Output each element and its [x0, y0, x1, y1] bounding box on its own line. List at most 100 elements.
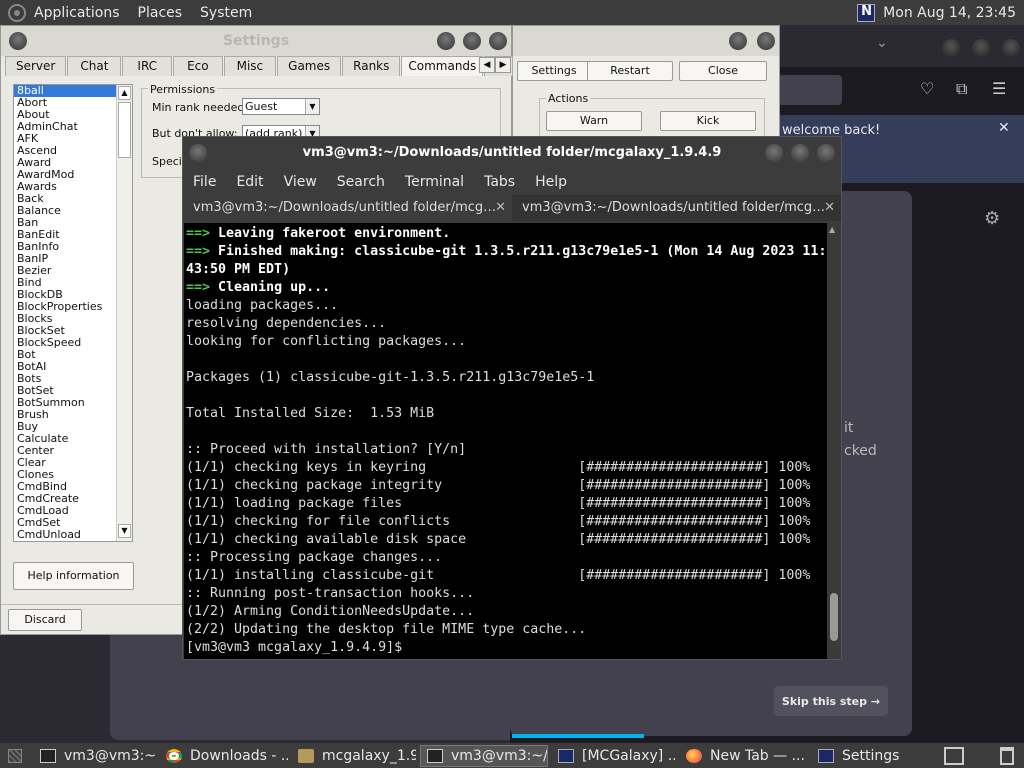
tab-server[interactable]: Server — [5, 56, 67, 76]
workspace-switcher-icon[interactable] — [944, 746, 964, 765]
gear-icon[interactable]: ⚙ — [984, 208, 1000, 229]
terminal-line-text: (1/1) checking keys in keyring [########… — [186, 460, 811, 475]
terminal-line-text: Cleaning up... — [210, 280, 331, 295]
server-titlebar — [513, 26, 779, 56]
taskbar-item[interactable]: vm3@vm3:~ — [34, 745, 156, 767]
min-rank-select[interactable]: Guest ▼ — [242, 98, 320, 115]
scroll-up-icon[interactable]: ▲ — [829, 225, 835, 234]
settings-button[interactable]: Settings — [517, 61, 591, 81]
trash-icon[interactable] — [1000, 746, 1014, 765]
tab-games[interactable]: Games — [277, 56, 342, 76]
url-bar[interactable] — [778, 75, 842, 105]
terminal-line-text: looking for conflicting packages... — [186, 334, 467, 349]
help-information-button[interactable]: Help information — [13, 562, 134, 590]
pocket-icon[interactable]: ♡ — [920, 79, 934, 98]
extensions-icon[interactable]: ⧉ — [956, 79, 967, 99]
terminal-scrollbar[interactable]: ▲ — [827, 223, 841, 659]
minimize-button[interactable] — [765, 144, 783, 162]
taskbar-item[interactable]: [MCGalaxy] ... — [552, 745, 676, 767]
close-button[interactable] — [1002, 39, 1020, 57]
system-menu[interactable]: System — [200, 5, 252, 21]
progress-bar — [512, 734, 644, 738]
taskbar-item-label: Downloads - ... — [190, 747, 288, 764]
close-button[interactable]: Close — [679, 61, 767, 81]
taskbar-item[interactable]: Settings — [812, 745, 912, 767]
tab-chat[interactable]: Chat — [67, 56, 122, 76]
mcgalaxy-icon — [558, 748, 574, 763]
scroll-down-icon[interactable]: ▼ — [118, 524, 131, 538]
command-list-item[interactable]: CmdUnload — [14, 529, 132, 541]
commands-list-scrollbar[interactable]: ▲ ▼ — [116, 85, 132, 541]
tab-misc[interactable]: Misc — [223, 56, 277, 76]
terminal-line-text: [vm3@vm3 mcgalaxy_1.9.4.9]$ — [186, 640, 403, 655]
window-menu-button[interactable] — [9, 32, 27, 50]
terminal-line: (1/1) checking package integrity [######… — [186, 477, 827, 495]
restart-button[interactable]: Restart — [587, 61, 673, 81]
maximize-button[interactable] — [972, 39, 990, 57]
close-tab-icon[interactable]: ✕ — [495, 195, 506, 221]
taskbar-item[interactable]: mcgalaxy_1.9.... — [292, 745, 416, 767]
chevron-down-icon[interactable]: ⌄ — [876, 35, 888, 51]
scroll-up-icon[interactable]: ▲ — [118, 86, 131, 100]
menu-view[interactable]: View — [284, 174, 317, 190]
taskbar-item-label: vm3@vm3:~/... — [451, 747, 548, 764]
maximize-button[interactable] — [791, 144, 809, 162]
applications-menu[interactable]: Applications — [34, 5, 120, 21]
close-button[interactable] — [489, 32, 507, 50]
show-desktop-icon[interactable] — [8, 748, 22, 763]
settings-title: Settings — [222, 33, 290, 49]
terminal-line: resolving dependencies... — [186, 315, 827, 333]
warn-button[interactable]: Warn — [546, 111, 642, 131]
window-menu-button[interactable] — [189, 144, 207, 162]
tab-eco[interactable]: Eco — [173, 56, 223, 76]
terminal-line-text: (1/1) checking for file conflicts [#####… — [186, 514, 811, 529]
tab-commands[interactable]: Commands — [401, 56, 484, 76]
terminal-tab-2[interactable]: vm3@vm3:~/Downloads/untitled folder/mcg…… — [512, 195, 841, 221]
terminal-line: 43:50 PM EDT) — [186, 261, 827, 279]
mcgalaxy-icon — [818, 748, 834, 763]
maximize-button[interactable] — [757, 32, 775, 50]
close-button[interactable] — [817, 144, 835, 162]
menu-search[interactable]: Search — [337, 174, 385, 190]
taskbar-item[interactable]: Downloads - ... — [160, 745, 288, 767]
minimize-button[interactable] — [437, 32, 455, 50]
terminal-line: (1/2) Arming ConditionNeedsUpdate... — [186, 603, 827, 621]
menu-terminal[interactable]: Terminal — [405, 174, 464, 190]
terminal-tab-1[interactable]: vm3@vm3:~/Downloads/untitled folder/mcg…… — [183, 195, 512, 221]
minimize-button[interactable] — [729, 32, 747, 50]
skip-step-button[interactable]: Skip this step → — [774, 686, 888, 716]
terminal-line-text: (1/1) checking available disk space [###… — [186, 532, 811, 547]
terminal-line-text: :: Running post-transaction hooks... — [186, 586, 475, 601]
discard-button[interactable]: Discard — [8, 609, 82, 631]
close-notice-icon[interactable]: ✕ — [998, 120, 1010, 136]
tab-scroll-right-icon[interactable]: ▶ — [495, 57, 511, 73]
chevron-down-icon[interactable]: ▼ — [305, 99, 319, 114]
close-tab-icon[interactable]: ✕ — [824, 195, 835, 221]
menu-file[interactable]: File — [193, 174, 216, 190]
taskbar-item[interactable]: New Tab — ... — [680, 745, 808, 767]
commands-list[interactable]: 8ball Abort About AdminChat AFK Ascend Award Aw… — [13, 84, 133, 542]
places-menu[interactable]: Places — [138, 5, 183, 21]
mcgalaxy-tray-icon[interactable] — [857, 3, 876, 22]
terminal-line: :: Running post-transaction hooks... — [186, 585, 827, 603]
tab-ranks[interactable]: Ranks — [342, 56, 401, 76]
kick-button[interactable]: Kick — [660, 111, 756, 131]
menu-help[interactable]: Help — [535, 174, 567, 190]
os-logo-icon[interactable] — [8, 3, 26, 22]
taskbar-item-label: Settings — [842, 747, 900, 764]
menu-tabs[interactable]: Tabs — [484, 174, 515, 190]
terminal-tab-label: vm3@vm3:~/Downloads/untitled folder/mcg… — [522, 200, 826, 215]
tab-irc[interactable]: IRC — [122, 56, 173, 76]
minimize-button[interactable] — [942, 39, 960, 57]
terminal-menubar: File Edit View Search Terminal Tabs Help — [183, 169, 841, 195]
maximize-button[interactable] — [463, 32, 481, 50]
clock[interactable]: Mon Aug 14, 23:45 — [883, 5, 1016, 21]
scrollbar-thumb[interactable] — [830, 593, 838, 641]
scrollbar-thumb[interactable] — [118, 102, 131, 158]
terminal-output[interactable]: ==> Leaving fakeroot environment. ==> Fin… — [184, 223, 827, 659]
tab-scroll-left-icon[interactable]: ◀ — [479, 57, 495, 73]
prompt-arrow: ==> — [186, 226, 211, 241]
hamburger-menu-icon[interactable]: ☰ — [992, 79, 1006, 98]
taskbar-item[interactable]: vm3@vm3:~/... — [420, 744, 548, 767]
menu-edit[interactable]: Edit — [236, 174, 263, 190]
